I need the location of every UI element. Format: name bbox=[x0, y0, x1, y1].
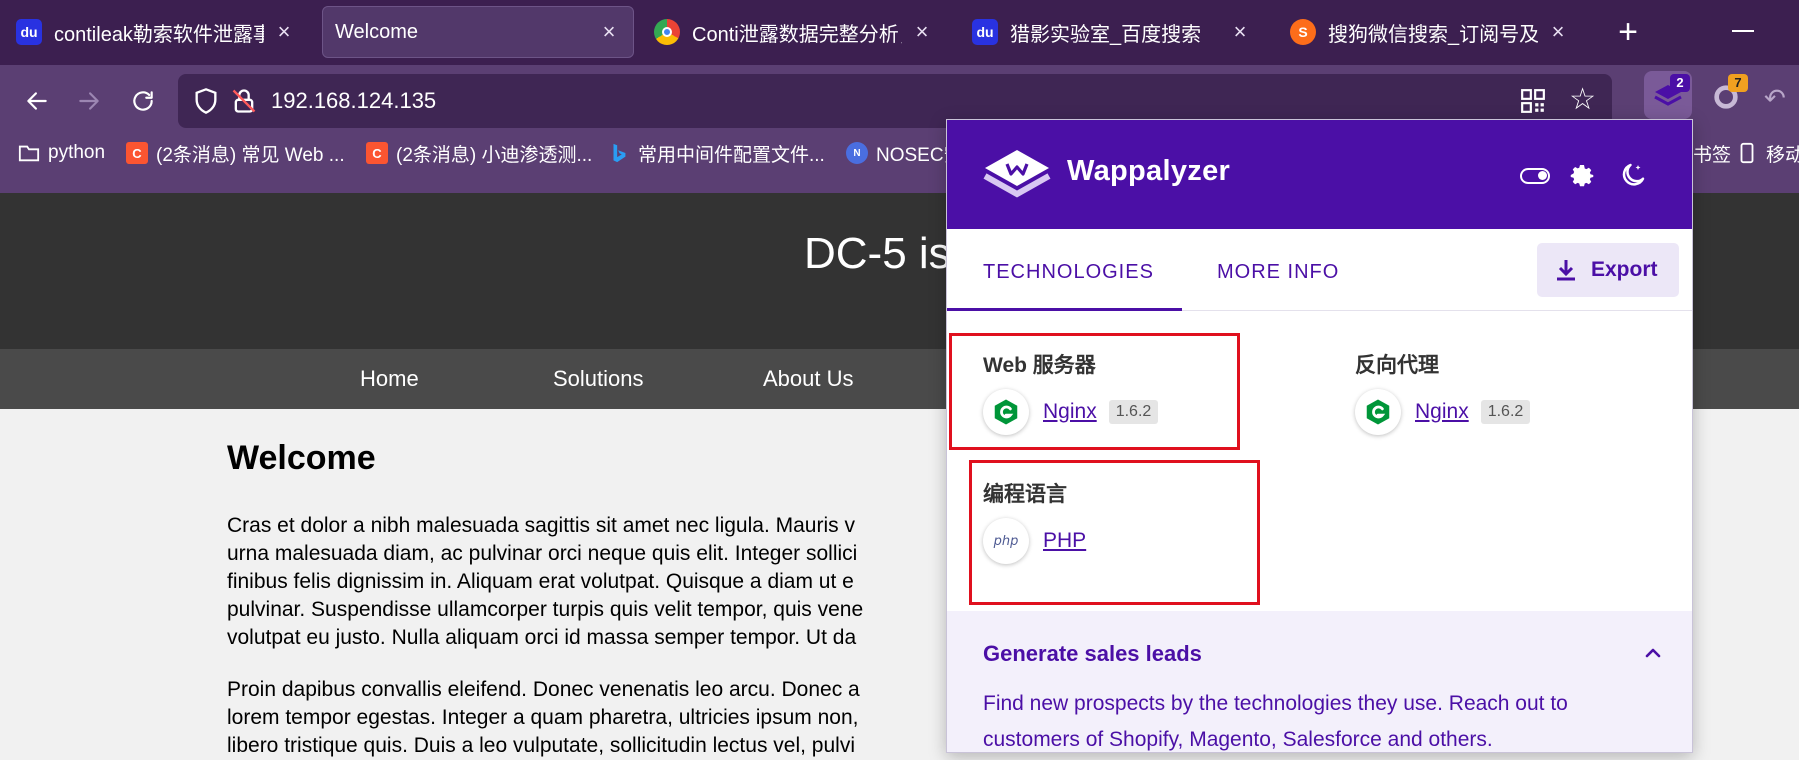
mobile-icon bbox=[1740, 142, 1754, 164]
extension-badge: 2 bbox=[1670, 74, 1690, 92]
close-icon[interactable]: × bbox=[597, 19, 621, 44]
chevron-up-icon[interactable] bbox=[1643, 643, 1663, 663]
bookmark-csdn-1[interactable]: C (2条消息) 常见 Web ... bbox=[126, 135, 345, 171]
bing-icon bbox=[613, 143, 626, 163]
url-text[interactable]: 192.168.124.135 bbox=[271, 88, 436, 114]
active-tab-indicator bbox=[947, 308, 1182, 311]
qr-code-icon[interactable] bbox=[1520, 88, 1546, 114]
nosec-icon: N bbox=[846, 142, 868, 164]
tech-item-nginx[interactable]: Nginx 1.6.2 bbox=[1355, 389, 1531, 435]
tab-title: Conti泄露数据完整分析，疑 bbox=[692, 23, 902, 46]
arrow-right-icon bbox=[79, 92, 99, 110]
site-title: DC-5 is bbox=[804, 229, 951, 278]
toggle-switch[interactable] bbox=[1520, 168, 1550, 184]
highlight-box-language bbox=[969, 460, 1260, 605]
wappalyzer-popup: Wappalyzer TECHNOLOGIES MORE INFO Export… bbox=[946, 119, 1693, 753]
tab-contileak[interactable]: du contileak勒索软件泄露事件_ × bbox=[4, 6, 308, 58]
reload-button[interactable] bbox=[122, 80, 164, 122]
page-heading: Welcome bbox=[227, 439, 376, 477]
wappalyzer-brand: Wappalyzer bbox=[1067, 155, 1231, 187]
sogou-icon: S bbox=[1290, 19, 1316, 45]
baidu-paw-icon: du bbox=[16, 19, 42, 45]
paragraph-2-line: Proin dapibus convallis eleifend. Donec … bbox=[227, 678, 860, 701]
bookmark-csdn-2[interactable]: C (2条消息) 小迪渗透测... bbox=[366, 135, 592, 171]
tab-title: 猎影实验室_百度搜索 bbox=[1010, 23, 1202, 46]
baidu-paw-icon: du bbox=[972, 19, 998, 45]
nav-link-home[interactable]: Home bbox=[360, 366, 419, 392]
bookmark-label: 书签 bbox=[1693, 144, 1732, 166]
shield-icon[interactable] bbox=[192, 87, 220, 115]
sales-leads-text: Find new prospects by the technologies t… bbox=[983, 692, 1568, 751]
tab-welcome[interactable]: Welcome × bbox=[322, 6, 634, 58]
tab-technologies[interactable]: TECHNOLOGIES bbox=[983, 261, 1154, 284]
folder-icon bbox=[18, 145, 40, 162]
bookmark-label: (2条消息) 常见 Web ... bbox=[156, 144, 345, 166]
paragraph-1-line: pulvinar. Suspendisse ullamcorper turpis… bbox=[227, 598, 864, 621]
bookmark-label: 移动设 bbox=[1766, 144, 1799, 166]
arrow-left-icon bbox=[27, 92, 47, 110]
wappalyzer-header: Wappalyzer bbox=[947, 120, 1692, 229]
back-button[interactable] bbox=[16, 80, 58, 122]
insecure-lock-icon[interactable] bbox=[230, 87, 258, 115]
csdn-icon: C bbox=[126, 142, 148, 164]
export-button[interactable]: Export bbox=[1537, 243, 1679, 297]
nav-link-solutions[interactable]: Solutions bbox=[553, 366, 644, 392]
paragraph-2-line: libero tristique quis. Duis a leo vulput… bbox=[227, 734, 855, 757]
sales-leads-panel: Generate sales leads Find new prospects … bbox=[947, 611, 1692, 752]
highlight-box-web-server bbox=[949, 333, 1240, 450]
tab-more-info[interactable]: MORE INFO bbox=[1217, 261, 1339, 284]
close-icon[interactable]: × bbox=[272, 19, 296, 44]
tab-title: 搜狗微信搜索_订阅号及文章 bbox=[1328, 23, 1538, 46]
tab-lieying[interactable]: du 猎影实验室_百度搜索 × bbox=[960, 6, 1264, 58]
category-title-reverse-proxy: 反向代理 bbox=[1355, 354, 1439, 377]
wappalyzer-logo-icon bbox=[983, 150, 1051, 198]
gear-icon[interactable] bbox=[1567, 160, 1597, 190]
bookmark-label: python bbox=[48, 142, 106, 163]
bookmark-label: (2条消息) 小迪渗透测... bbox=[396, 144, 593, 166]
undo-arrow-icon[interactable]: ↶ bbox=[1764, 83, 1786, 114]
tech-version: 1.6.2 bbox=[1480, 400, 1531, 424]
wappalyzer-extension-button[interactable]: 2 bbox=[1644, 71, 1692, 119]
nav-link-about-us[interactable]: About Us bbox=[763, 366, 854, 392]
csdn-icon: C bbox=[366, 142, 388, 164]
paragraph-1-line: urna malesuada diam, ac pulvinar orci ne… bbox=[227, 542, 858, 565]
bookmark-python[interactable]: python bbox=[18, 135, 105, 171]
wappalyzer-tabs: TECHNOLOGIES MORE INFO Export bbox=[947, 229, 1692, 311]
sales-leads-title[interactable]: Generate sales leads bbox=[983, 641, 1202, 667]
tab-title: Welcome bbox=[335, 20, 418, 43]
minimize-window-button[interactable] bbox=[1732, 30, 1754, 32]
bookmark-middleware[interactable]: 常用中间件配置文件... bbox=[608, 135, 825, 171]
paragraph-1-line: volutpat eu justo. Nulla aliquam orci id… bbox=[227, 626, 857, 649]
tab-conti[interactable]: Conti泄露数据完整分析，疑 × bbox=[642, 6, 946, 58]
extension-button[interactable]: 7 bbox=[1704, 71, 1752, 119]
close-icon[interactable]: × bbox=[910, 19, 934, 44]
extension-badge: 7 bbox=[1728, 74, 1748, 92]
new-tab-button[interactable]: + bbox=[1609, 14, 1647, 52]
tab-title: contileak勒索软件泄露事件_ bbox=[54, 23, 264, 46]
download-icon bbox=[1557, 260, 1575, 281]
nginx-icon bbox=[1355, 389, 1401, 435]
bookmark-star-icon[interactable]: ☆ bbox=[1569, 84, 1596, 116]
tab-sogou[interactable]: S 搜狗微信搜索_订阅号及文章 × bbox=[1278, 6, 1582, 58]
close-icon[interactable]: × bbox=[1228, 19, 1252, 44]
bookmark-label: 常用中间件配置文件... bbox=[638, 144, 825, 166]
reload-icon bbox=[133, 91, 153, 111]
forward-button[interactable] bbox=[68, 80, 110, 122]
bookmark-mobile[interactable]: 移动设 bbox=[1736, 135, 1799, 171]
export-label: Export bbox=[1591, 258, 1658, 281]
close-icon[interactable]: × bbox=[1546, 19, 1570, 44]
paragraph-1-line: Cras et dolor a nibh malesuada sagittis … bbox=[227, 514, 855, 537]
tab-strip: du contileak勒索软件泄露事件_ × Welcome × Conti泄… bbox=[0, 0, 1799, 65]
chrome-like-icon bbox=[654, 19, 680, 45]
paragraph-2-line: lorem tempor egestas. Integer a quam pha… bbox=[227, 706, 859, 729]
paragraph-1-line: finibus felis dignissim in. Aliquam erat… bbox=[227, 570, 854, 593]
tech-name[interactable]: Nginx bbox=[1415, 400, 1469, 424]
bookmark-other[interactable]: 书签 bbox=[1693, 135, 1731, 171]
theme-moon-icon[interactable] bbox=[1618, 160, 1648, 190]
